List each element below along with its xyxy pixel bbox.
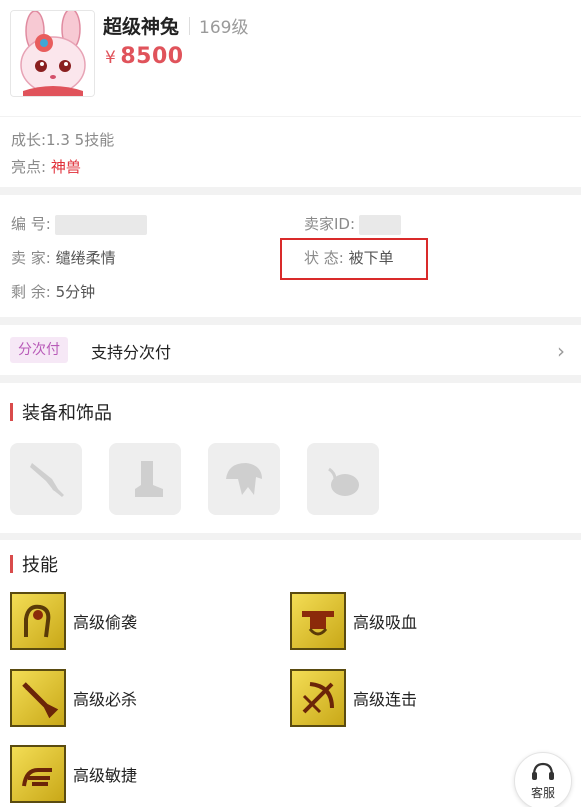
skill-name: 高级吸血 [353,613,418,632]
growth-text: 成长:1.3 5技能 [11,131,115,149]
skill-name: 高级必杀 [73,690,138,709]
remaining-row: 剩 余: 5分钟 [11,281,95,302]
headset-icon [532,762,554,780]
rabbit-avatar-icon [11,11,94,96]
skill-item[interactable]: 高级连击 [290,669,417,727]
weapon-icon [30,463,64,497]
equipment-slot-accessory[interactable] [307,443,379,515]
critical-icon [10,669,66,727]
seller-value: 缱绻柔情 [55,249,116,267]
pet-name: 超级神兔 [103,16,180,38]
title-divider [189,16,191,35]
skill-name: 高级连击 [353,690,418,709]
customer-service-button[interactable]: 客服 [514,752,572,807]
equipment-slot-helmet[interactable] [208,443,280,515]
skills-title: 技能 [10,551,58,577]
combo-icon [290,669,346,727]
highlight-value: 神兽 [50,158,81,176]
accessory-icon [328,467,359,496]
skill-item[interactable]: 高级敏捷 [10,745,137,803]
equipment-slot-boots[interactable] [109,443,181,515]
chevron-right-icon: › [557,339,565,363]
status-highlight-box [280,238,428,280]
installment-row[interactable]: 分次付 支持分次付 › [0,325,581,375]
section-bar [10,403,13,421]
installment-tag: 分次付 [10,337,68,363]
equipment-section: 装备和饰品 [0,383,581,533]
pet-avatar[interactable] [10,10,95,97]
price: ¥8500 [105,44,184,69]
agility-icon [10,745,66,803]
highlight-row: 亮点: 神兽 [11,156,81,177]
skills-title-text: 技能 [22,555,58,576]
remaining-value: 5分钟 [55,283,96,301]
serial-label: 编 号: [11,215,51,233]
highlight-label: 亮点: [11,158,47,176]
skill-item[interactable]: 高级偷袭 [10,592,137,650]
serial-row: 编 号: [11,213,147,235]
pet-stats: 成长:1.3 5技能 亮点: 神兽 [0,117,581,187]
equipment-title: 装备和饰品 [10,399,112,425]
sneak-attack-icon [10,592,66,650]
pet-header: 超级神兔 169级 ¥8500 [0,0,581,116]
remaining-label: 剩 余: [11,283,51,301]
customer-service-label: 客服 [530,786,555,800]
currency-symbol: ¥ [105,48,117,68]
skills-section: 技能 高级偷袭 高级吸血 高级必杀 高级连击 高级敏捷 [0,540,581,807]
seller-row: 卖 家: 缱绻柔情 [11,247,116,268]
section-bar [10,555,13,573]
vampire-icon [290,592,346,650]
seller-label: 卖 家: [11,249,51,267]
skill-name: 高级偷袭 [73,613,138,632]
seller-id-masked [359,214,402,235]
seller-id-row: 卖家ID: [304,213,402,235]
boot-icon [135,461,163,497]
pet-level: 169级 [199,18,249,38]
installment-text: 支持分次付 [91,343,172,362]
trade-info: 编 号: 卖家ID: 卖 家: 缱绻柔情 状 态: 被下单 剩 余: 5分钟 [0,195,581,317]
equipment-title-text: 装备和饰品 [22,403,112,424]
skill-item[interactable]: 高级必杀 [10,669,137,727]
skill-name: 高级敏捷 [73,766,138,785]
price-value: 8500 [120,44,184,69]
helmet-icon [226,463,262,495]
equipment-slot-weapon[interactable] [10,443,82,515]
skill-item[interactable]: 高级吸血 [290,592,417,650]
seller-id-label: 卖家ID: [304,215,356,233]
serial-masked [54,214,147,235]
